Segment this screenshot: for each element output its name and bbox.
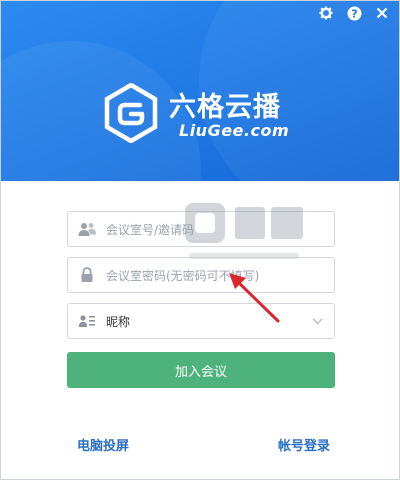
watermark-graphic	[179, 197, 309, 277]
nickname-select[interactable]: 昵称	[67, 303, 335, 339]
contact-card-icon	[68, 304, 106, 338]
header-banner: ? 六格云播 LiuGee.com	[1, 1, 399, 181]
join-meeting-button[interactable]: 加入会议	[67, 352, 335, 388]
account-login-link[interactable]: 帐号登录	[278, 435, 330, 454]
brand-name-cn: 六格云播	[169, 92, 281, 123]
app-window: ? 六格云播 LiuGee.com 会议室号/邀请码 会议室密码(无密码可不填写…	[0, 0, 400, 480]
chevron-down-icon[interactable]	[300, 304, 334, 338]
close-icon[interactable]	[373, 4, 391, 22]
brand-name-en: LiuGee.com	[179, 121, 290, 140]
screen-cast-link[interactable]: 电脑投屏	[77, 435, 129, 454]
question-icon[interactable]: ?	[345, 4, 363, 22]
users-icon	[68, 212, 106, 246]
annotation-arrow	[226, 269, 286, 329]
window-controls: ?	[317, 4, 391, 22]
svg-text:?: ?	[351, 7, 357, 20]
lock-icon	[68, 258, 106, 292]
gear-icon[interactable]	[317, 4, 335, 22]
brand-logo	[101, 82, 161, 144]
